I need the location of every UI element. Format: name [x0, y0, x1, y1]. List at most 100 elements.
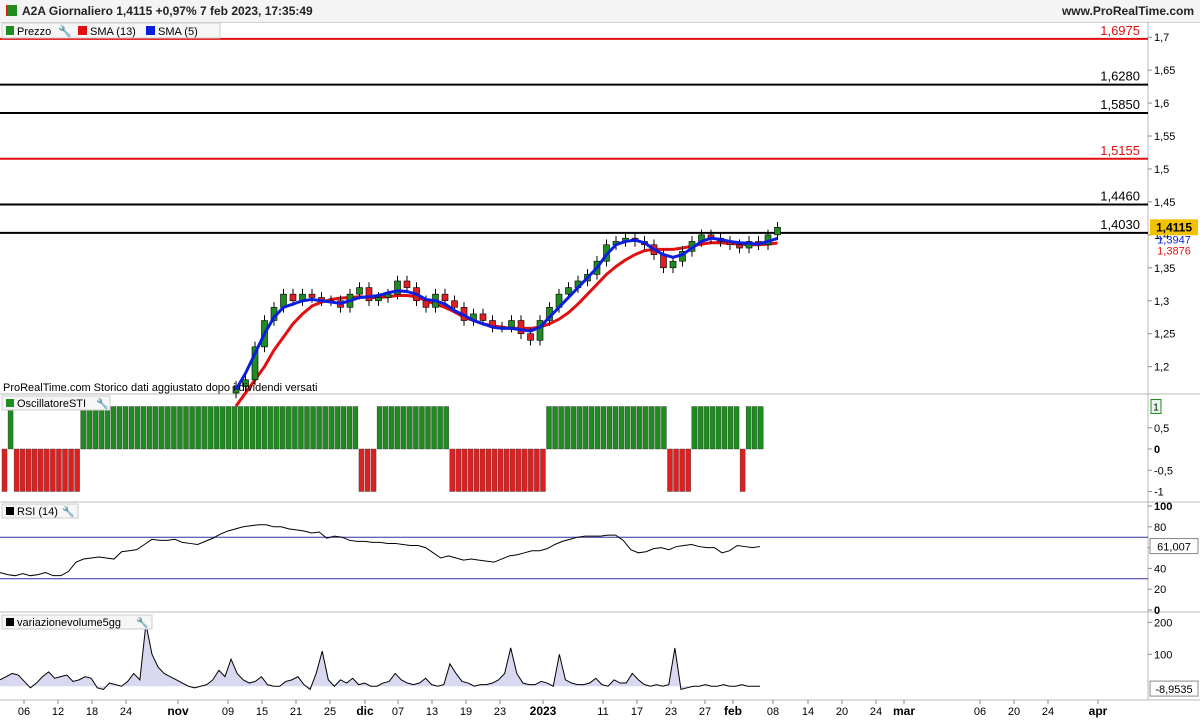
oscillator-bar — [7, 406, 14, 450]
oscillator-bar — [758, 406, 764, 450]
oscillator-tick-label: 0,5 — [1154, 423, 1169, 435]
oscillator-bar — [618, 406, 625, 450]
oscillator-bar — [292, 406, 298, 450]
oscillator-last-label: 1 — [1153, 403, 1159, 414]
oscillator-bar — [503, 448, 510, 492]
oscillator-bar — [510, 448, 516, 492]
time-tick-label: 12 — [52, 706, 64, 718]
volume-last-label: -8,9535 — [1155, 684, 1192, 696]
oscillator-bar — [183, 406, 189, 450]
oscillator-tick-label: -1 — [1154, 487, 1164, 499]
watermark-text: ProRealTime.com Storico dati aggiustato … — [3, 382, 317, 394]
rsi-tick-label: 80 — [1154, 522, 1166, 534]
oscillator-bar — [298, 406, 304, 450]
rsi-tick-label: 0 — [1154, 605, 1160, 617]
candle — [289, 293, 297, 302]
time-tick-label: 23 — [494, 706, 506, 718]
oscillator-bar — [467, 448, 474, 492]
wrench-icon[interactable]: 🔧 — [58, 24, 72, 38]
legend-sma13: SMA (13) — [90, 26, 136, 38]
oscillator-bar — [673, 448, 679, 492]
legend-price: Prezzo — [17, 26, 51, 38]
oscillator-bar — [304, 406, 310, 450]
oscillator-bar — [594, 406, 601, 450]
price-legend[interactable]: Prezzo 🔧 SMA (13) SMA (5) — [1, 22, 221, 39]
time-tick-label: 27 — [699, 706, 711, 718]
oscillator-bar — [425, 406, 431, 450]
price-tick-label: 1,45 — [1154, 197, 1175, 209]
time-tick-label: 06 — [974, 706, 986, 718]
rsi-legend-icon — [6, 507, 14, 515]
candle — [422, 300, 430, 308]
oscillator-bar — [637, 406, 643, 450]
time-tick-label: 23 — [665, 706, 677, 718]
rsi-legend[interactable]: RSI (14) 🔧 — [1, 503, 79, 519]
oscillator-bar — [255, 406, 262, 450]
oscillator-bar — [286, 406, 292, 450]
oscillator-bar — [661, 406, 667, 450]
price-tick-label: 1,55 — [1154, 131, 1175, 143]
oscillator-bar — [322, 406, 328, 450]
oscillator-bar — [715, 406, 722, 450]
time-tick-label: feb — [724, 704, 742, 718]
oscillator-bar — [201, 406, 207, 450]
oscillator-bar — [552, 406, 558, 450]
candle — [365, 287, 373, 302]
oscillator-bar — [104, 406, 111, 450]
oscillator-bar — [739, 448, 746, 492]
price-tick-label: 1,6 — [1154, 98, 1169, 110]
oscillator-legend[interactable]: OscillatoreSTI 🔧 — [1, 395, 111, 411]
level-label: 1,4460 — [1100, 189, 1140, 204]
oscillator-bar — [407, 406, 413, 450]
wrench-icon[interactable]: 🔧 — [96, 397, 108, 410]
candle — [308, 293, 316, 298]
wrench-icon[interactable]: 🔧 — [62, 505, 74, 518]
candles — [232, 222, 781, 399]
oscillator-bar — [128, 406, 135, 450]
oscillator-bar — [56, 448, 62, 492]
time-tick-label: 2023 — [530, 704, 557, 718]
oscillator-bar — [110, 406, 117, 450]
candle — [736, 244, 743, 249]
price-tick-label: 1,25 — [1154, 329, 1175, 341]
oscillator-bar — [679, 448, 685, 492]
oscillator-bar — [534, 448, 540, 492]
oscillator-bar — [225, 406, 232, 450]
oscillator-bar — [146, 406, 153, 450]
time-tick-label: 09 — [222, 706, 234, 718]
time-axis: 06 12 18 24 nov 09 15 21 25 dic 07 13 19 23 2023 11 17 23… — [18, 700, 1108, 718]
candle — [669, 260, 677, 269]
oscillator-bar — [32, 448, 38, 492]
oscillator-bar — [80, 406, 86, 450]
oscillator-bar — [733, 406, 740, 450]
oscillator-bar — [237, 406, 244, 450]
oscillator-bar — [564, 406, 570, 450]
rsi-axis: 10080604020061,007 — [1148, 501, 1199, 617]
oscillator-bar — [721, 406, 728, 450]
legend-volume: variazionevolume5gg — [17, 617, 121, 629]
oscillator-bar — [62, 448, 68, 492]
oscillator-bar — [74, 448, 80, 492]
oscillator-bar — [98, 406, 105, 450]
oscillator-bar — [13, 448, 20, 492]
oscillator-bar — [346, 406, 353, 450]
volume-fill — [0, 623, 760, 690]
oscillator-bar — [401, 406, 407, 450]
oscillator-bar — [528, 448, 534, 492]
candle — [451, 300, 458, 308]
time-tick-label: 25 — [324, 706, 336, 718]
oscillator-bar — [449, 448, 455, 492]
oscillator-bar — [624, 406, 631, 450]
oscillator-bar — [310, 406, 316, 450]
price-tick-label: 1,7 — [1154, 32, 1169, 44]
price-tick-label: 1,5 — [1154, 164, 1169, 176]
volume-legend[interactable]: variazionevolume5gg 🔧 — [1, 614, 153, 630]
oscillator-bar — [68, 448, 74, 492]
wrench-icon[interactable]: 🔧 — [136, 616, 148, 629]
time-tick-label: 15 — [256, 706, 268, 718]
price-chart[interactable]: 1,6975 1,6280 1,5850 1,5155 1,4460 1,4030 1,2… — [0, 0, 1200, 720]
rsi-tick-label: 100 — [1154, 501, 1172, 513]
oscillator-bar — [153, 406, 159, 450]
oscillator-bar — [655, 406, 661, 450]
oscillator-bar — [122, 406, 129, 450]
